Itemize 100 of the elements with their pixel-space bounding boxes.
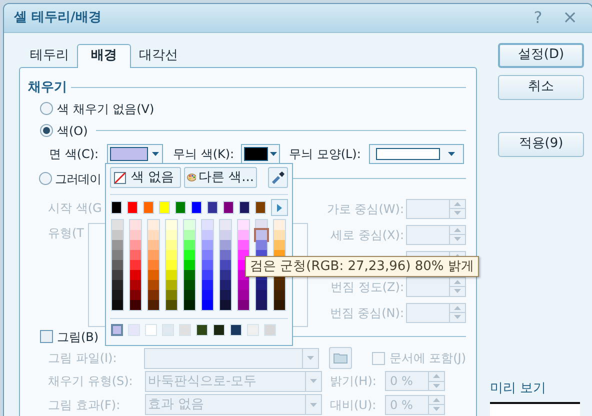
color-swatch[interactable] (148, 260, 159, 270)
radio-button[interactable] (39, 172, 52, 185)
color-swatch[interactable] (148, 300, 159, 310)
dropdown[interactable] (144, 348, 320, 368)
color-swatch[interactable] (130, 240, 141, 250)
color-swatch[interactable] (166, 230, 177, 240)
color-swatch[interactable] (112, 240, 123, 250)
color-swatch[interactable] (112, 260, 123, 270)
color-swatch[interactable] (256, 290, 267, 300)
pattern-color-dropdown[interactable] (241, 144, 280, 164)
color-swatch[interactable] (184, 250, 195, 260)
color-swatch[interactable] (112, 280, 123, 290)
color-swatch[interactable] (256, 300, 267, 310)
down-arrow-icon[interactable] (454, 315, 461, 320)
color-swatch[interactable] (166, 260, 177, 270)
color-swatch[interactable] (148, 280, 159, 290)
color-swatch[interactable] (184, 230, 195, 240)
eyedropper-button[interactable] (268, 167, 288, 188)
up-arrow-icon[interactable] (454, 280, 461, 284)
color-swatch[interactable] (130, 250, 141, 260)
color-swatch[interactable] (274, 300, 285, 310)
color-swatch[interactable] (130, 220, 141, 230)
color-swatch[interactable] (238, 280, 249, 290)
color-swatch[interactable] (166, 300, 177, 310)
color-swatch[interactable] (256, 230, 267, 240)
expand-button[interactable] (271, 199, 288, 216)
spin-field[interactable] (406, 276, 466, 296)
tab[interactable]: 대각선 (131, 46, 186, 66)
face-color-dropdown[interactable] (107, 144, 163, 164)
color-swatch[interactable] (274, 240, 285, 250)
color-swatch[interactable] (202, 300, 213, 310)
checkbox[interactable] (40, 330, 53, 343)
color-swatch[interactable] (202, 250, 213, 260)
color-swatch[interactable] (202, 260, 213, 270)
color-swatch[interactable] (148, 270, 159, 280)
color-swatch[interactable] (112, 300, 123, 310)
color-swatch[interactable] (220, 270, 231, 280)
color-swatch[interactable] (130, 270, 141, 280)
color-swatch[interactable] (148, 220, 159, 230)
color-swatch[interactable] (112, 290, 123, 300)
dialog-button[interactable]: 취소 (498, 74, 584, 100)
color-swatch[interactable] (220, 290, 231, 300)
down-arrow-icon[interactable] (454, 237, 461, 242)
color-swatch[interactable] (220, 250, 231, 260)
color-swatch[interactable] (274, 230, 285, 240)
color-swatch[interactable] (220, 240, 231, 250)
color-swatch[interactable] (130, 280, 141, 290)
color-swatch[interactable] (148, 240, 159, 250)
down-arrow-icon[interactable] (433, 407, 440, 412)
color-swatch[interactable] (220, 230, 231, 240)
color-swatch[interactable] (148, 290, 159, 300)
color-swatch[interactable] (202, 290, 213, 300)
color-swatch[interactable] (166, 250, 177, 260)
up-arrow-icon[interactable] (454, 228, 461, 232)
down-arrow-icon[interactable] (433, 384, 440, 388)
color-swatch[interactable] (238, 290, 249, 300)
color-swatch[interactable] (256, 240, 267, 250)
color-swatch[interactable] (112, 220, 123, 230)
color-swatch[interactable] (166, 240, 177, 250)
color-swatch[interactable] (166, 280, 177, 290)
color-swatch[interactable] (238, 220, 249, 230)
color-swatch[interactable] (130, 260, 141, 270)
color-swatch[interactable] (184, 280, 195, 290)
color-swatch[interactable] (202, 220, 213, 230)
color-swatch[interactable] (148, 230, 159, 240)
dialog-button[interactable]: 설정(D) (498, 42, 584, 68)
up-arrow-icon[interactable] (433, 374, 440, 378)
up-arrow-icon[interactable] (454, 306, 461, 310)
color-swatch[interactable] (166, 220, 177, 230)
color-swatch[interactable] (220, 260, 231, 270)
folder-button[interactable] (329, 347, 352, 369)
color-swatch[interactable] (220, 280, 231, 290)
up-arrow-icon[interactable] (433, 398, 440, 402)
color-swatch[interactable] (112, 250, 123, 260)
color-swatch[interactable] (112, 230, 123, 240)
color-swatch[interactable] (220, 300, 231, 310)
more-colors-button[interactable]: 다른 색... (184, 167, 257, 188)
color-swatch[interactable] (238, 300, 249, 310)
color-swatch[interactable] (238, 240, 249, 250)
tab[interactable]: 배경 (77, 44, 131, 68)
color-swatch[interactable] (184, 220, 195, 230)
color-swatch[interactable] (202, 270, 213, 280)
color-swatch[interactable] (130, 300, 141, 310)
radio-button[interactable] (40, 124, 53, 137)
color-swatch[interactable] (112, 270, 123, 280)
color-swatch[interactable] (184, 240, 195, 250)
spin-field[interactable] (406, 302, 466, 322)
up-arrow-icon[interactable] (454, 202, 461, 206)
color-swatch[interactable] (130, 290, 141, 300)
color-swatch[interactable] (184, 290, 195, 300)
color-swatch[interactable] (148, 250, 159, 260)
spin-field[interactable] (406, 224, 466, 244)
color-swatch[interactable] (202, 230, 213, 240)
tab[interactable]: 테두리 (22, 46, 77, 66)
color-swatch[interactable] (111, 324, 123, 336)
color-swatch[interactable] (274, 290, 285, 300)
color-swatch[interactable] (220, 220, 231, 230)
color-swatch[interactable] (274, 280, 285, 290)
radio-button[interactable] (40, 102, 53, 115)
dialog-button[interactable]: 적용(9) (498, 132, 584, 156)
